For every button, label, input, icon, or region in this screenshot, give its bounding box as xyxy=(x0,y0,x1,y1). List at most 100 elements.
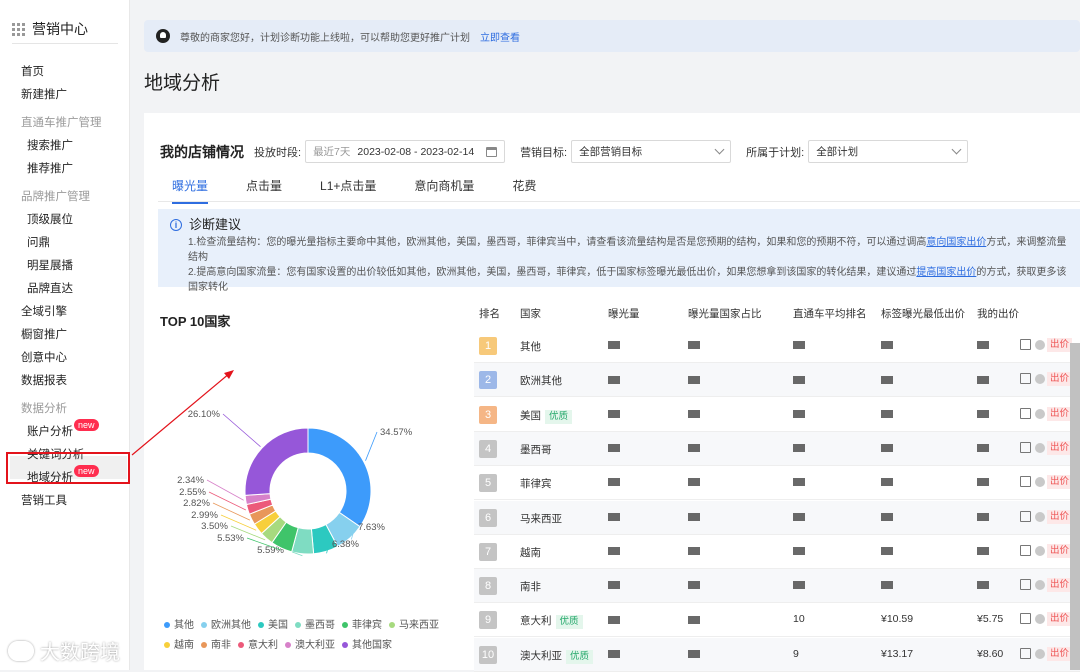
tab-l1-clicks[interactable]: L1+点击量 xyxy=(320,171,376,204)
tab-clicks[interactable]: 点击量 xyxy=(246,171,282,204)
legend-item[interactable]: 澳大利亚 xyxy=(285,636,335,651)
edit-icon[interactable] xyxy=(1020,544,1031,556)
sidebar-item[interactable]: 问鼎 xyxy=(27,234,50,250)
bid-button[interactable]: 出价 xyxy=(1047,372,1073,387)
chevron-down-icon xyxy=(951,144,962,155)
legend-item[interactable]: 其他 xyxy=(164,616,194,631)
bid-button[interactable]: 出价 xyxy=(1047,543,1073,558)
sidebar-divider xyxy=(12,43,118,44)
edit-icon[interactable] xyxy=(1020,339,1031,350)
donut-slice[interactable] xyxy=(307,427,372,528)
bid-button[interactable]: 出价 xyxy=(1047,612,1073,627)
legend-item[interactable]: 越南 xyxy=(164,636,194,651)
legend-dot xyxy=(238,642,244,649)
help-icon[interactable] xyxy=(1035,580,1045,591)
tab-leads[interactable]: 意向商机量 xyxy=(414,171,474,204)
help-icon[interactable] xyxy=(1035,648,1045,659)
country-cell: 南非 xyxy=(520,579,541,594)
legend-dot xyxy=(285,642,291,649)
sidebar-header: 营销中心 xyxy=(12,19,88,39)
avg-rank-value: 10 xyxy=(793,613,805,626)
redacted-blur xyxy=(977,478,989,487)
bid-button[interactable]: 出价 xyxy=(1047,440,1073,455)
legend-item[interactable]: 其他国家 xyxy=(342,636,392,651)
help-icon[interactable] xyxy=(1035,511,1045,522)
country-name: 南非 xyxy=(520,581,541,594)
sidebar-item[interactable]: 品牌直达 xyxy=(27,280,73,296)
plan-select[interactable]: 全部计划 xyxy=(808,140,969,163)
sidebar-item[interactable]: 搜索推广 xyxy=(27,137,73,153)
help-icon[interactable] xyxy=(1035,545,1045,556)
period-preset: 最近7天 xyxy=(313,146,351,158)
sidebar-item[interactable]: 推荐推广 xyxy=(27,160,73,176)
donut-slice[interactable] xyxy=(244,427,309,496)
bid-button[interactable]: 出价 xyxy=(1047,578,1073,593)
calendar-icon xyxy=(486,146,498,157)
redacted-blur xyxy=(688,615,700,624)
help-icon[interactable] xyxy=(1035,340,1045,350)
help-icon[interactable] xyxy=(1035,442,1045,453)
chart-legend: 其他 欧洲其他 美国 墨西哥 菲律宾 马来西亚越南 南非 意大利 澳大利亚 其他国家 xyxy=(164,616,474,656)
goal-select[interactable]: 全部营销目标 xyxy=(571,140,732,163)
legend-item[interactable]: 菲律宾 xyxy=(342,616,382,631)
legend-item[interactable]: 马来西亚 xyxy=(389,616,439,631)
redacted-blur xyxy=(881,409,893,418)
rank-badge: 7 xyxy=(479,542,497,561)
sidebar-item[interactable]: 账户分析new xyxy=(27,419,99,439)
help-icon[interactable] xyxy=(1035,408,1045,419)
redacted-blur xyxy=(793,547,805,556)
bid-button[interactable]: 出价 xyxy=(1047,406,1073,421)
bid-button[interactable]: 出价 xyxy=(1047,509,1073,524)
edit-icon[interactable] xyxy=(1020,407,1031,419)
sidebar-item[interactable]: 数据报表 xyxy=(21,372,67,388)
edit-icon[interactable] xyxy=(1020,441,1031,453)
country-cell: 意大利 优质 xyxy=(520,613,583,630)
date-range-picker[interactable]: 最近7天 2023-02-08 - 2023-02-14 xyxy=(305,140,506,163)
diagnosis-line2: 2.提高意向国家流量：您有国家设置的出价较低如其他，欧洲其他，美国，墨西哥，菲律… xyxy=(188,267,917,278)
redacted-value xyxy=(881,476,893,488)
help-icon[interactable] xyxy=(1035,374,1045,385)
country-name: 其他 xyxy=(520,341,541,353)
legend-item[interactable]: 南非 xyxy=(201,636,231,651)
edit-icon[interactable] xyxy=(1020,373,1031,385)
bid-button[interactable]: 出价 xyxy=(1047,646,1073,661)
redacted-blur xyxy=(608,615,620,624)
sidebar-item[interactable]: 明星展播 xyxy=(27,257,73,273)
tab-spend[interactable]: 花费 xyxy=(512,171,536,204)
edit-icon[interactable] xyxy=(1020,510,1031,522)
sidebar-item[interactable]: 全域引擎 xyxy=(21,303,67,319)
legend-item[interactable]: 墨西哥 xyxy=(295,616,335,631)
sidebar-item[interactable]: 顶级展位 xyxy=(27,211,73,227)
raise-bid-link[interactable]: 提高国家出价 xyxy=(916,267,976,278)
sidebar-item[interactable]: 创意中心 xyxy=(21,349,67,365)
min-bid-value: ¥13.17 xyxy=(881,647,914,660)
notice-link[interactable]: 立即查看 xyxy=(480,29,520,44)
bid-button[interactable]: 出价 xyxy=(1047,475,1073,490)
help-icon[interactable] xyxy=(1035,477,1045,488)
sidebar-item[interactable]: 营销工具 xyxy=(21,492,67,508)
redacted-blur xyxy=(688,341,700,350)
sidebar-item[interactable]: 橱窗推广 xyxy=(21,326,67,342)
legend-item[interactable]: 意大利 xyxy=(238,636,278,651)
legend-item[interactable]: 欧洲其他 xyxy=(201,616,251,631)
min-bid-value: ¥10.59 xyxy=(881,613,914,626)
diagnosis-panel: i 诊断建议 1.检查流量结构：您的曝光量指标主要命中其他，欧洲其他，美国，墨西哥… xyxy=(158,209,1080,293)
table-scrollbar[interactable] xyxy=(1070,343,1080,670)
raise-country-bid-link[interactable]: 意向国家出价 xyxy=(926,237,986,248)
sidebar-item[interactable]: 新建推广 xyxy=(21,86,67,102)
legend-item[interactable]: 美国 xyxy=(258,616,288,631)
slice-leader-line xyxy=(212,502,251,521)
tab-exposure[interactable]: 曝光量 xyxy=(172,171,209,204)
edit-icon[interactable] xyxy=(1020,647,1031,659)
redacted-value xyxy=(608,442,620,454)
sidebar-item-label: 品牌推广管理 xyxy=(21,191,90,203)
help-icon[interactable] xyxy=(1035,614,1045,625)
new-badge: new xyxy=(74,419,99,431)
sidebar-item[interactable]: 首页 xyxy=(21,63,44,79)
edit-icon[interactable] xyxy=(1020,579,1031,591)
apps-grid-icon[interactable] xyxy=(12,22,25,36)
edit-icon[interactable] xyxy=(1020,476,1031,488)
edit-icon[interactable] xyxy=(1020,613,1031,625)
redacted-blur xyxy=(608,649,620,658)
bid-button[interactable]: 出价 xyxy=(1047,338,1073,352)
